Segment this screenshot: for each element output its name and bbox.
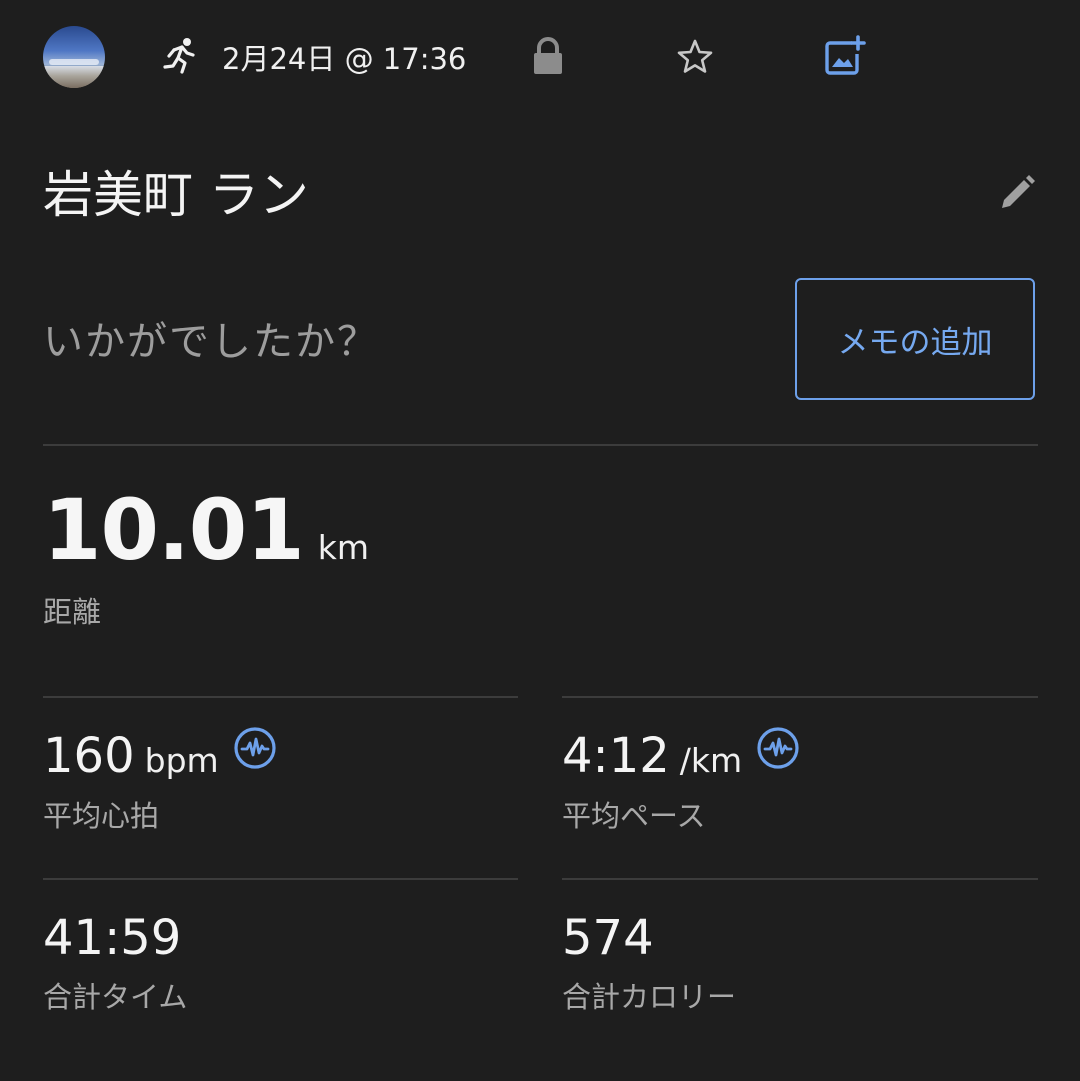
divider (43, 696, 518, 698)
total-time-label: 合計タイム (43, 980, 188, 1014)
running-person-icon (163, 38, 195, 74)
star-outline-icon[interactable] (674, 36, 716, 78)
heart-rate-monitor-icon[interactable] (756, 726, 800, 770)
distance-value: 10.01 (43, 481, 305, 579)
pace-unit: /km (679, 741, 743, 780)
total-time-stat: 41:59 (43, 908, 181, 968)
pace-label: 平均ペース (562, 799, 706, 833)
heart-rate-value: 160 (43, 728, 135, 784)
add-photo-icon[interactable] (822, 34, 866, 78)
calories-stat: 574 (562, 908, 654, 968)
activity-datetime: 2月24日 @ 17:36 (222, 42, 467, 76)
avatar-rocks (43, 66, 105, 88)
avatar-sea (49, 59, 99, 65)
heart-rate-stat: 160 bpm (43, 726, 219, 791)
avatar[interactable] (43, 26, 105, 88)
heart-rate-label: 平均心拍 (43, 799, 160, 833)
calories-label: 合計カロリー (562, 980, 737, 1014)
pencil-icon[interactable] (996, 172, 1038, 214)
divider (562, 696, 1038, 698)
distance-unit: km (317, 528, 369, 567)
activity-title: 岩美町 ラン (43, 166, 309, 224)
pace-value: 4:12 (562, 728, 670, 784)
heart-rate-monitor-icon[interactable] (233, 726, 277, 770)
pace-stat: 4:12/km (562, 726, 742, 791)
feedback-prompt: いかがでしたか？ (43, 319, 379, 365)
add-memo-label: メモの追加 (837, 324, 993, 361)
distance-label: 距離 (43, 595, 102, 629)
calories-value: 574 (562, 910, 654, 966)
distance-stat: 10.01 km (43, 480, 369, 580)
heart-rate-unit: bpm (144, 741, 219, 780)
add-memo-button[interactable]: メモの追加 (795, 278, 1035, 400)
lock-icon[interactable] (529, 36, 567, 76)
total-time-value: 41:59 (43, 910, 182, 966)
divider (43, 878, 518, 880)
divider (43, 444, 1038, 446)
divider (562, 878, 1038, 880)
